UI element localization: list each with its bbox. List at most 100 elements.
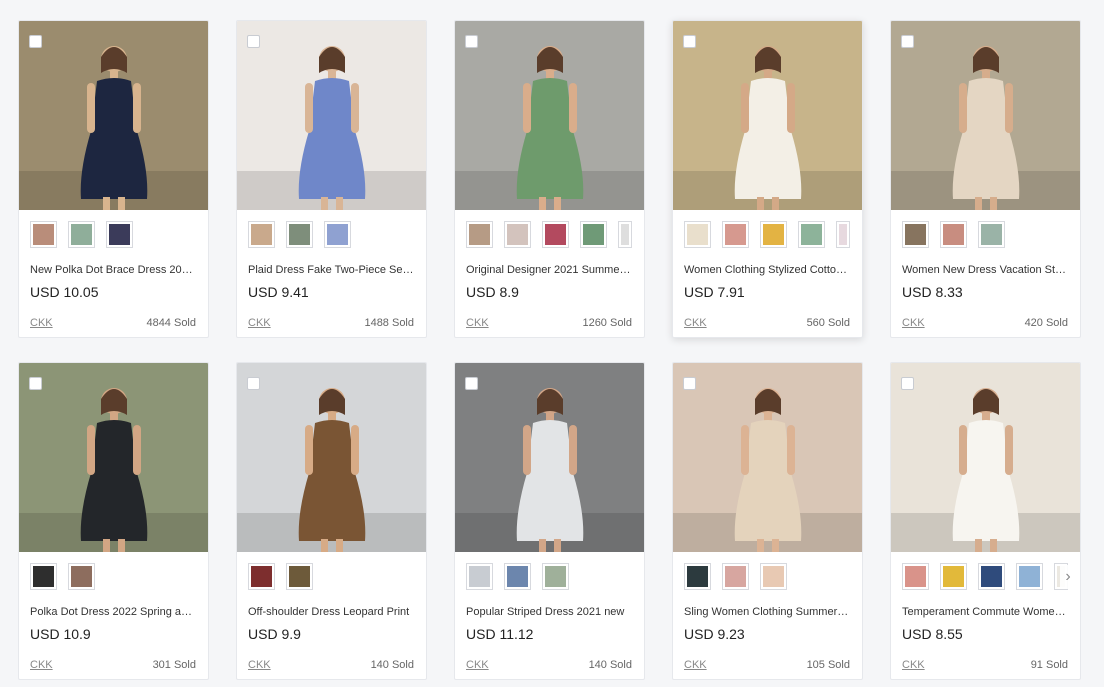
product-price: USD 9.9 xyxy=(248,626,301,642)
product-title[interactable]: New Polka Dot Brace Dress 2022 Summer xyxy=(19,264,208,278)
color-swatch[interactable] xyxy=(542,221,569,248)
product-title[interactable]: Women Clothing Stylized Cotton Top xyxy=(673,264,862,278)
sold-count: 560 Sold xyxy=(806,317,850,329)
color-swatch[interactable] xyxy=(248,563,275,590)
shop-link[interactable]: CKK xyxy=(248,317,271,329)
product-title[interactable]: Popular Striped Dress 2021 new xyxy=(455,606,644,620)
checkbox-icon[interactable] xyxy=(901,377,914,390)
shop-link[interactable]: CKK xyxy=(684,659,707,671)
checkbox-icon[interactable] xyxy=(247,35,260,48)
product-title[interactable]: Plaid Dress Fake Two-Piece Set New xyxy=(237,264,426,278)
product-card[interactable]: Plaid Dress Fake Two-Piece Set New USD 9… xyxy=(236,20,427,338)
color-swatch[interactable] xyxy=(1016,563,1043,590)
checkbox-icon[interactable] xyxy=(465,35,478,48)
color-swatch[interactable] xyxy=(940,221,967,248)
checkbox-icon[interactable] xyxy=(683,35,696,48)
shop-link[interactable]: CKK xyxy=(466,659,489,671)
color-swatch[interactable] xyxy=(580,221,607,248)
shop-link[interactable]: CKK xyxy=(902,659,925,671)
product-meta: CKK 140 Sold xyxy=(466,659,632,671)
product-image[interactable] xyxy=(455,21,644,210)
product-meta: CKK 560 Sold xyxy=(684,317,850,329)
color-swatch[interactable] xyxy=(798,221,825,248)
product-image[interactable] xyxy=(891,363,1080,552)
product-price: USD 8.9 xyxy=(466,284,519,300)
color-swatch[interactable] xyxy=(466,221,493,248)
shop-link[interactable]: CKK xyxy=(30,317,53,329)
product-image[interactable] xyxy=(673,21,862,210)
product-title[interactable]: Temperament Commute Women Dress xyxy=(891,606,1080,620)
sold-count: 105 Sold xyxy=(806,659,850,671)
color-swatch[interactable] xyxy=(836,221,850,248)
color-swatch[interactable] xyxy=(30,221,57,248)
color-swatch[interactable] xyxy=(722,563,749,590)
color-swatch[interactable] xyxy=(684,221,711,248)
color-swatch[interactable] xyxy=(940,563,967,590)
color-swatch[interactable] xyxy=(106,221,133,248)
product-title[interactable]: Off-shoulder Dress Leopard Print xyxy=(237,606,426,620)
color-swatch[interactable] xyxy=(760,563,787,590)
color-swatch[interactable] xyxy=(978,221,1005,248)
color-swatch[interactable] xyxy=(248,221,275,248)
color-swatch[interactable] xyxy=(684,563,711,590)
color-swatches xyxy=(891,210,1080,260)
color-swatch[interactable] xyxy=(286,563,313,590)
checkbox-icon[interactable] xyxy=(29,377,42,390)
color-swatch[interactable] xyxy=(466,563,493,590)
product-card[interactable]: Women New Dress Vacation Style Print USD… xyxy=(890,20,1081,338)
color-swatch[interactable] xyxy=(902,221,929,248)
color-swatch[interactable] xyxy=(760,221,787,248)
product-card[interactable]: Women Clothing Stylized Cotton Top USD 7… xyxy=(672,20,863,338)
color-swatch[interactable] xyxy=(504,221,531,248)
color-swatch[interactable] xyxy=(542,563,569,590)
product-image[interactable] xyxy=(237,21,426,210)
product-image[interactable] xyxy=(891,21,1080,210)
color-swatch[interactable] xyxy=(68,221,95,248)
checkbox-icon[interactable] xyxy=(465,377,478,390)
color-swatch[interactable] xyxy=(978,563,1005,590)
product-card[interactable]: Original Designer 2021 Summer New USD 8.… xyxy=(454,20,645,338)
product-meta: CKK 91 Sold xyxy=(902,659,1068,671)
color-swatch[interactable] xyxy=(618,221,632,248)
color-swatches xyxy=(237,210,426,260)
product-card[interactable]: Polka Dot Dress 2022 Spring and Summer U… xyxy=(18,362,209,680)
shop-link[interactable]: CKK xyxy=(30,659,53,671)
color-swatch[interactable] xyxy=(30,563,57,590)
product-image[interactable] xyxy=(673,363,862,552)
color-swatch[interactable] xyxy=(722,221,749,248)
product-image[interactable] xyxy=(455,363,644,552)
color-swatch[interactable] xyxy=(504,563,531,590)
color-swatch[interactable] xyxy=(68,563,95,590)
product-title[interactable]: Women New Dress Vacation Style Print xyxy=(891,264,1080,278)
product-price: USD 9.23 xyxy=(684,626,745,642)
product-title[interactable]: Sling Women Clothing Summer New xyxy=(673,606,862,620)
color-swatches xyxy=(237,552,426,602)
checkbox-icon[interactable] xyxy=(683,377,696,390)
sold-count: 91 Sold xyxy=(1030,659,1068,671)
product-image[interactable] xyxy=(19,21,208,210)
product-image[interactable] xyxy=(19,363,208,552)
product-image[interactable] xyxy=(237,363,426,552)
product-title[interactable]: Polka Dot Dress 2022 Spring and Summer xyxy=(19,606,208,620)
shop-link[interactable]: CKK xyxy=(466,317,489,329)
product-price: USD 8.33 xyxy=(902,284,963,300)
product-card[interactable]: Popular Striped Dress 2021 new USD 11.12… xyxy=(454,362,645,680)
checkbox-icon[interactable] xyxy=(901,35,914,48)
shop-link[interactable]: CKK xyxy=(902,317,925,329)
color-swatch[interactable] xyxy=(902,563,929,590)
product-card[interactable]: New Polka Dot Brace Dress 2022 Summer US… xyxy=(18,20,209,338)
chevron-right-icon[interactable]: › xyxy=(1060,565,1076,589)
checkbox-icon[interactable] xyxy=(247,377,260,390)
shop-link[interactable]: CKK xyxy=(684,317,707,329)
color-swatches xyxy=(19,210,208,260)
product-title[interactable]: Original Designer 2021 Summer New xyxy=(455,264,644,278)
product-card[interactable]: › Temperament Commute Women Dress USD 8.… xyxy=(890,362,1081,680)
product-meta: CKK 420 Sold xyxy=(902,317,1068,329)
shop-link[interactable]: CKK xyxy=(248,659,271,671)
color-swatches xyxy=(673,552,862,602)
checkbox-icon[interactable] xyxy=(29,35,42,48)
color-swatch[interactable] xyxy=(286,221,313,248)
product-card[interactable]: Off-shoulder Dress Leopard Print USD 9.9… xyxy=(236,362,427,680)
color-swatch[interactable] xyxy=(324,221,351,248)
product-card[interactable]: Sling Women Clothing Summer New USD 9.23… xyxy=(672,362,863,680)
